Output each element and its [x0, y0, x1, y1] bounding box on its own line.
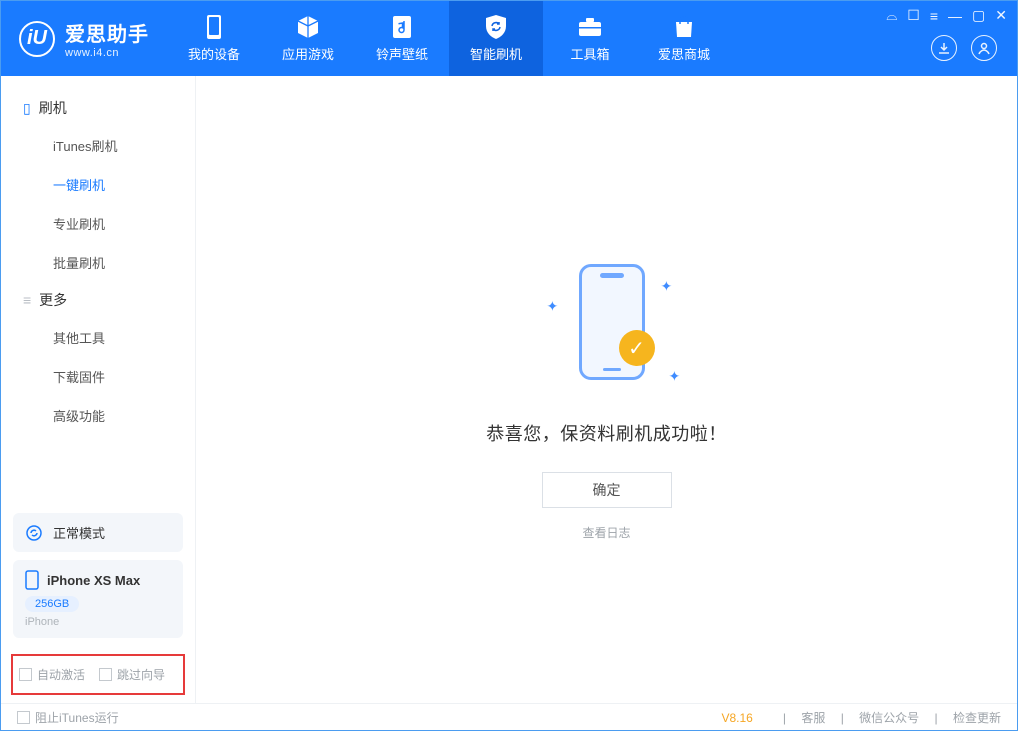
device-mode-card[interactable]: 正常模式	[13, 513, 183, 552]
phone-icon	[25, 570, 39, 590]
body: ▯ 刷机 iTunes刷机 一键刷机 专业刷机 批量刷机 ≡ 更多 其他工具 下…	[1, 76, 1017, 703]
app-url: www.i4.cn	[65, 47, 149, 59]
sparkle-icon: ✦	[661, 278, 673, 295]
tab-ringtone-wallpaper[interactable]: 铃声壁纸	[355, 1, 449, 76]
main-content: ✦ ✦ ✦ ✓ 恭喜您，保资料刷机成功啦！ 确定 查看日志	[196, 76, 1017, 703]
view-log-link[interactable]: 查看日志	[582, 524, 630, 541]
checkbox-icon	[99, 668, 112, 681]
check-badge-icon: ✓	[619, 330, 655, 366]
app-logo: iU 爱思助手 www.i4.cn	[1, 1, 167, 76]
phone-icon	[205, 14, 223, 40]
footer-link-wechat[interactable]: 微信公众号	[859, 711, 919, 725]
tab-store[interactable]: 爱思商城	[637, 1, 731, 76]
checkbox-skip-guide[interactable]: 跳过向导	[99, 666, 165, 683]
tab-label: 智能刷机	[470, 44, 522, 63]
device-block: 正常模式 iPhone XS Max 256GB iPhone	[1, 505, 195, 650]
device-storage-badge: 256GB	[25, 596, 79, 612]
footer-link-support[interactable]: 客服	[801, 711, 825, 725]
sidebar: ▯ 刷机 iTunes刷机 一键刷机 专业刷机 批量刷机 ≡ 更多 其他工具 下…	[1, 76, 196, 703]
footer-link-check-update[interactable]: 检查更新	[953, 711, 1001, 725]
top-nav: 我的设备 应用游戏 铃声壁纸 智能刷机 工具箱 爱思商城	[167, 1, 731, 76]
sparkle-icon: ✦	[547, 298, 559, 315]
checkbox-icon	[17, 711, 30, 724]
tab-label: 工具箱	[570, 44, 609, 63]
highlighted-options: 自动激活 跳过向导	[1, 650, 195, 703]
checkbox-block-itunes[interactable]: 阻止iTunes运行	[17, 709, 119, 726]
checkbox-label: 阻止iTunes运行	[35, 709, 119, 726]
version-label: V8.16	[722, 711, 753, 725]
window-controls: ⌓ ☐ ≡ — ▢ ✕	[886, 7, 1007, 24]
app-name: 爱思助手	[65, 18, 149, 47]
logo-icon: iU	[19, 21, 55, 57]
tab-label: 应用游戏	[282, 44, 334, 63]
sync-icon	[25, 524, 43, 542]
header-round-buttons	[931, 35, 997, 61]
tab-my-device[interactable]: 我的设备	[167, 1, 261, 76]
cube-icon	[295, 14, 321, 40]
list-icon: ≡	[23, 292, 31, 308]
success-illustration: ✦ ✦ ✦ ✓	[507, 256, 707, 396]
toolbox-icon	[577, 14, 603, 40]
checkbox-label: 自动激活	[37, 666, 85, 683]
checkbox-icon	[19, 668, 32, 681]
sidebar-item-advanced[interactable]: 高级功能	[1, 396, 195, 435]
menu-icon[interactable]: ≡	[930, 8, 938, 24]
device-name: iPhone XS Max	[47, 573, 140, 588]
user-button[interactable]	[971, 35, 997, 61]
checkbox-auto-activate[interactable]: 自动激活	[19, 666, 85, 683]
success-headline: 恭喜您，保资料刷机成功啦！	[486, 420, 727, 446]
tab-toolbox[interactable]: 工具箱	[543, 1, 637, 76]
sidebar-item-itunes-flash[interactable]: iTunes刷机	[1, 126, 195, 165]
device-type: iPhone	[25, 616, 171, 628]
close-button[interactable]: ✕	[995, 7, 1007, 24]
tshirt-icon[interactable]: ⌓	[886, 7, 897, 24]
device-info-card[interactable]: iPhone XS Max 256GB iPhone	[13, 560, 183, 638]
shield-sync-icon	[484, 14, 508, 40]
checkbox-label: 跳过向导	[117, 666, 165, 683]
device-mode-label: 正常模式	[53, 523, 105, 542]
sidebar-group-more: ≡ 更多	[1, 282, 195, 318]
header: iU 爱思助手 www.i4.cn 我的设备 应用游戏 铃声壁纸 智能刷机 工具…	[1, 1, 1017, 76]
phone-small-icon: ▯	[23, 100, 31, 117]
sidebar-item-batch-flash[interactable]: 批量刷机	[1, 243, 195, 282]
maximize-button[interactable]: ▢	[972, 7, 985, 24]
tab-label: 爱思商城	[658, 44, 710, 63]
tab-label: 铃声壁纸	[376, 44, 428, 63]
sidebar-item-oneclick-flash[interactable]: 一键刷机	[1, 165, 195, 204]
download-button[interactable]	[931, 35, 957, 61]
bag-icon	[673, 14, 695, 40]
tab-apps-games[interactable]: 应用游戏	[261, 1, 355, 76]
ok-button[interactable]: 确定	[542, 472, 672, 508]
minimize-button[interactable]: —	[948, 8, 962, 24]
sidebar-item-download-firmware[interactable]: 下载固件	[1, 357, 195, 396]
feedback-icon[interactable]: ☐	[907, 7, 920, 24]
group-label: 刷机	[39, 98, 67, 118]
sidebar-group-flash: ▯ 刷机	[1, 90, 195, 126]
sidebar-item-pro-flash[interactable]: 专业刷机	[1, 204, 195, 243]
group-label: 更多	[39, 290, 67, 310]
tab-label: 我的设备	[188, 44, 240, 63]
footer: 阻止iTunes运行 V8.16 | 客服 | 微信公众号 | 检查更新	[1, 703, 1017, 731]
music-note-icon	[391, 14, 413, 40]
sparkle-icon: ✦	[669, 368, 681, 385]
tab-smart-flash[interactable]: 智能刷机	[449, 1, 543, 76]
sidebar-item-other-tools[interactable]: 其他工具	[1, 318, 195, 357]
